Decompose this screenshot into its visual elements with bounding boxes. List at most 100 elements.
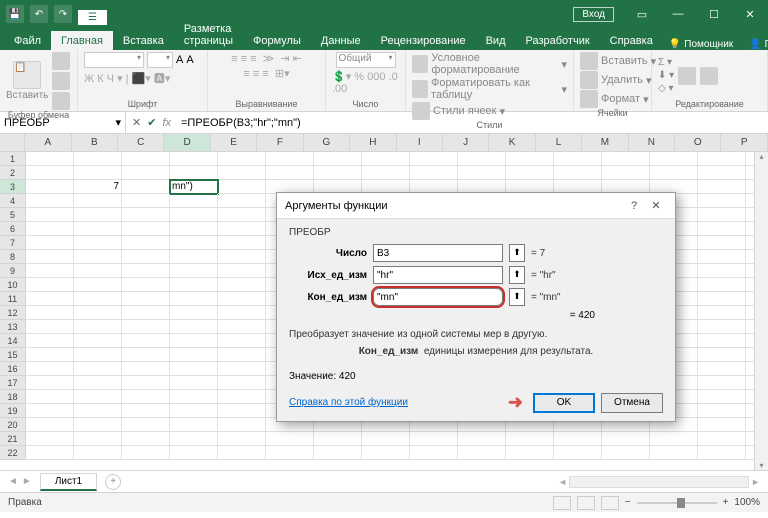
- cell-a17[interactable]: [26, 376, 74, 390]
- cell-m22[interactable]: [602, 446, 650, 460]
- cell-e8[interactable]: [218, 250, 266, 264]
- cell-a13[interactable]: [26, 320, 74, 334]
- arg-input-2[interactable]: "mn": [373, 288, 503, 306]
- maximize-icon[interactable]: ☐: [696, 0, 732, 28]
- cell-c4[interactable]: [122, 194, 170, 208]
- cell-b4[interactable]: [74, 194, 122, 208]
- cell-d11[interactable]: [170, 292, 218, 306]
- cell-h22[interactable]: [362, 446, 410, 460]
- cell-b5[interactable]: [74, 208, 122, 222]
- col-head-i[interactable]: I: [397, 134, 443, 151]
- cell-e19[interactable]: [218, 404, 266, 418]
- sheet-next-icon[interactable]: ►: [22, 476, 32, 487]
- cell-i21[interactable]: [410, 432, 458, 446]
- cell-l1[interactable]: [554, 152, 602, 166]
- tab-developer[interactable]: Разработчик: [516, 31, 600, 50]
- cell-d12[interactable]: [170, 306, 218, 320]
- col-head-p[interactable]: P: [721, 134, 767, 151]
- col-head-m[interactable]: M: [582, 134, 628, 151]
- cell-b6[interactable]: [74, 222, 122, 236]
- cell-b21[interactable]: [74, 432, 122, 446]
- save-icon[interactable]: 💾: [6, 5, 24, 23]
- tab-formulas[interactable]: Формулы: [243, 31, 311, 50]
- cell-b17[interactable]: [74, 376, 122, 390]
- cell-o2[interactable]: [698, 166, 746, 180]
- cell-c7[interactable]: [122, 236, 170, 250]
- paste-button[interactable]: 📋Вставить: [6, 61, 48, 101]
- cell-c10[interactable]: [122, 278, 170, 292]
- cell-k2[interactable]: [506, 166, 554, 180]
- cell-e17[interactable]: [218, 376, 266, 390]
- tab-insert[interactable]: Вставка: [113, 31, 174, 50]
- cell-d2[interactable]: [170, 166, 218, 180]
- cancel-formula-icon[interactable]: ✕: [132, 116, 141, 129]
- cell-a3[interactable]: [26, 180, 74, 194]
- cell-c16[interactable]: [122, 362, 170, 376]
- cell-g21[interactable]: [314, 432, 362, 446]
- name-box[interactable]: ПРЕОБР▾: [0, 112, 126, 133]
- cell-a4[interactable]: [26, 194, 74, 208]
- cell-l21[interactable]: [554, 432, 602, 446]
- cell-b14[interactable]: [74, 334, 122, 348]
- cell-c15[interactable]: [122, 348, 170, 362]
- sort-filter-button[interactable]: [678, 67, 696, 85]
- row-head-8[interactable]: 8: [0, 250, 26, 264]
- cell-c21[interactable]: [122, 432, 170, 446]
- cell-d22[interactable]: [170, 446, 218, 460]
- qat-dropdown[interactable]: ☰: [78, 10, 107, 25]
- cell-d20[interactable]: [170, 418, 218, 432]
- cell-d17[interactable]: [170, 376, 218, 390]
- cell-o3[interactable]: [698, 180, 746, 194]
- cell-b2[interactable]: [74, 166, 122, 180]
- col-head-f[interactable]: F: [257, 134, 303, 151]
- cell-b13[interactable]: [74, 320, 122, 334]
- cell-o20[interactable]: [698, 418, 746, 432]
- cell-n1[interactable]: [650, 152, 698, 166]
- cell-e2[interactable]: [218, 166, 266, 180]
- tab-home[interactable]: Главная: [51, 31, 113, 50]
- increase-font-icon[interactable]: A: [176, 54, 183, 66]
- row-head-21[interactable]: 21: [0, 432, 26, 446]
- row-head-3[interactable]: 3: [0, 180, 26, 194]
- cell-b16[interactable]: [74, 362, 122, 376]
- cell-c19[interactable]: [122, 404, 170, 418]
- cell-n2[interactable]: [650, 166, 698, 180]
- row-head-7[interactable]: 7: [0, 236, 26, 250]
- cell-o14[interactable]: [698, 334, 746, 348]
- sheet-prev-icon[interactable]: ◄: [8, 476, 18, 487]
- cell-o4[interactable]: [698, 194, 746, 208]
- cell-e22[interactable]: [218, 446, 266, 460]
- login-button[interactable]: Вход: [573, 7, 614, 22]
- delete-cells-button[interactable]: Удалить ▾: [580, 71, 652, 89]
- cell-o18[interactable]: [698, 390, 746, 404]
- cell-a6[interactable]: [26, 222, 74, 236]
- cell-n22[interactable]: [650, 446, 698, 460]
- zoom-slider[interactable]: [637, 502, 717, 504]
- redo-icon[interactable]: ↷: [54, 5, 72, 23]
- cell-n21[interactable]: [650, 432, 698, 446]
- cell-a22[interactable]: [26, 446, 74, 460]
- cell-i2[interactable]: [410, 166, 458, 180]
- cell-a15[interactable]: [26, 348, 74, 362]
- cell-a19[interactable]: [26, 404, 74, 418]
- font-size-select[interactable]: [147, 52, 173, 68]
- col-head-l[interactable]: L: [536, 134, 582, 151]
- cell-d19[interactable]: [170, 404, 218, 418]
- col-head-d[interactable]: D: [164, 134, 210, 151]
- cell-e15[interactable]: [218, 348, 266, 362]
- tab-help[interactable]: Справка: [600, 31, 663, 50]
- col-head-b[interactable]: B: [72, 134, 118, 151]
- cell-c1[interactable]: [122, 152, 170, 166]
- cell-a21[interactable]: [26, 432, 74, 446]
- decrease-font-icon[interactable]: A: [186, 54, 193, 66]
- zoom-in-icon[interactable]: +: [723, 497, 729, 508]
- find-select-button[interactable]: [700, 67, 718, 85]
- tab-review[interactable]: Рецензирование: [371, 31, 476, 50]
- cell-e14[interactable]: [218, 334, 266, 348]
- row-head-6[interactable]: 6: [0, 222, 26, 236]
- cell-a14[interactable]: [26, 334, 74, 348]
- page-layout-view-icon[interactable]: [577, 496, 595, 510]
- cell-j21[interactable]: [458, 432, 506, 446]
- select-all-corner[interactable]: [0, 134, 25, 151]
- cell-d5[interactable]: [170, 208, 218, 222]
